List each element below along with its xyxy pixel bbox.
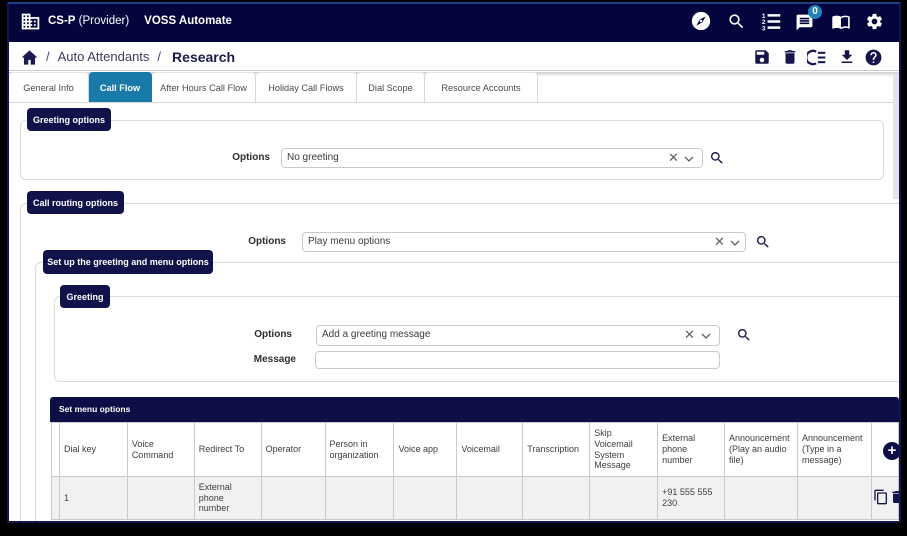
svg-text:3: 3 bbox=[762, 25, 766, 32]
